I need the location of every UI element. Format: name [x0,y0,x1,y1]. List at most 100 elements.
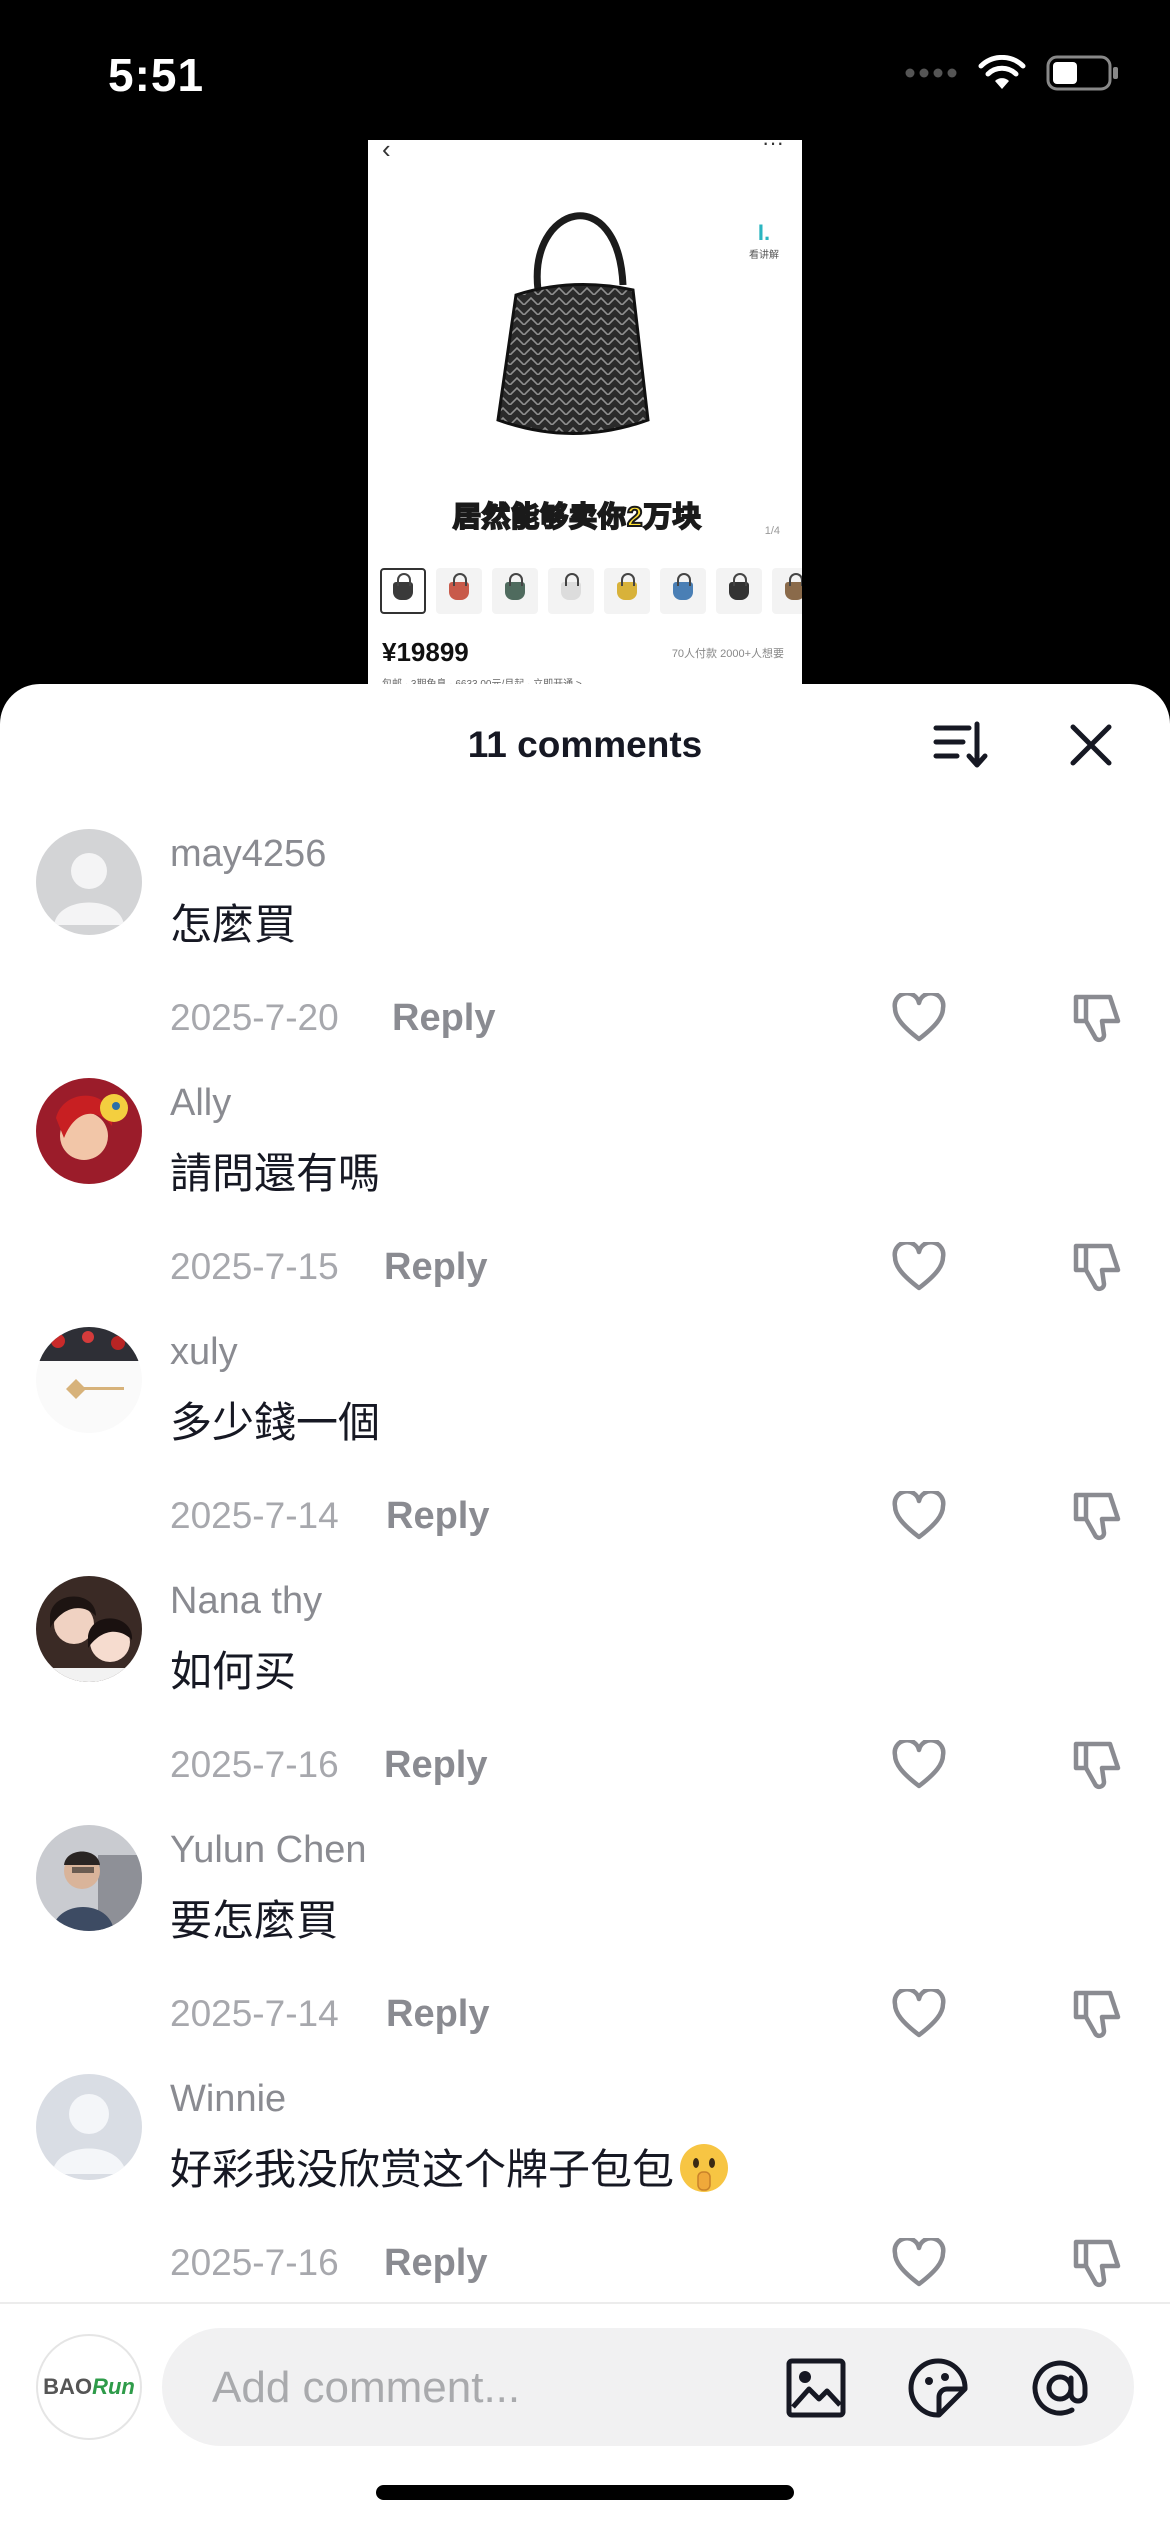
comment-text-content: 好彩我没欣赏这个牌子包包 [170,2145,675,2194]
video-topbar: ‹ ··· [368,140,802,164]
commenter-avatar[interactable] [36,1078,142,1184]
color-thumbnail[interactable] [380,568,426,614]
heart-icon [892,1239,946,1297]
reply-button[interactable]: Reply [392,997,495,1040]
comment-item[interactable]: Nana thy 如何买 2025-7-16 Reply [0,1576,1170,1825]
like-button[interactable] [888,1985,950,2047]
back-icon: ‹ [382,140,391,164]
home-indicator[interactable] [376,2485,794,2500]
comment-item[interactable]: Winnie 好彩我没欣赏这个牌子包包 2025-7-16 Reply [0,2074,1170,2323]
commenter-avatar[interactable] [36,2074,142,2180]
thumbnail-bag-icon [617,573,637,600]
page-indicator: 1/4 [764,525,780,537]
comment-username[interactable]: Ally [170,1082,231,1125]
commenter-avatar[interactable] [36,1327,142,1433]
thumbnail-bag-icon [449,573,469,600]
heart-icon [892,1737,946,1795]
dislike-button[interactable] [1066,1736,1128,1798]
sticker-icon[interactable] [906,2356,970,2420]
comment-text-content: 如何买 [170,1647,297,1696]
comment-date: 2025-7-16 [170,1744,339,1785]
color-thumbnail[interactable] [548,568,594,614]
signal-icon [904,66,958,85]
close-button[interactable] [1058,714,1124,780]
shushing-face-emoji-icon [678,2142,730,2204]
thumbnail-bag-icon [393,573,413,600]
like-button[interactable] [888,1487,950,1549]
image-icon[interactable] [784,2356,848,2420]
brand-part-b: Run [92,2374,135,2399]
thumbs-down-icon [1070,1738,1124,1797]
reply-button[interactable]: Reply [386,1993,489,2036]
sort-button[interactable] [928,714,994,780]
comment-text: 怎麼買 [170,891,296,952]
sort-icon [933,720,989,775]
color-thumbnail[interactable] [772,568,802,614]
my-avatar[interactable]: BAORun [36,2334,142,2440]
comments-title: 11 comments [467,724,703,765]
comments-sheet: 11 comments may4256 怎麼買 2025-7-20 Reply Ally… [0,684,1170,2532]
side-label: 看讲解 [749,250,779,261]
dislike-button[interactable] [1066,1985,1128,2047]
video-caption: 居然能够卖你2万块 [452,500,702,533]
comment-item[interactable]: Ally 請問還有嗎 2025-7-15 Reply [0,1078,1170,1327]
reply-button[interactable]: Reply [386,1495,489,1538]
dislike-button[interactable] [1066,1238,1128,1300]
comment-item[interactable]: may4256 怎麼買 2025-7-20 Reply [0,829,1170,1078]
comment-text: 要怎麼買 [170,1887,338,1948]
color-thumbnail[interactable] [716,568,762,614]
more-icon: ··· [762,140,784,155]
dislike-button[interactable] [1066,2234,1128,2296]
comment-date: 2025-7-14 [170,1993,339,2034]
video-side-badge: I. 看讲解 [744,220,784,261]
comment-item[interactable]: Yulun Chen 要怎麼買 2025-7-14 Reply [0,1825,1170,2074]
color-thumbnail[interactable] [436,568,482,614]
comment-text-content: 要怎麼買 [170,1896,339,1945]
thumbnail-bag-icon [561,573,581,600]
dislike-button[interactable] [1066,1487,1128,1549]
like-button[interactable] [888,1736,950,1798]
brand-part-a: BAO [43,2374,93,2399]
like-button[interactable] [888,1238,950,1300]
reply-button[interactable]: Reply [384,1744,487,1787]
comment-date: 2025-7-20 [170,997,339,1038]
commenter-avatar[interactable] [36,1576,142,1682]
video-frame[interactable]: ‹ ··· I. 看讲解 居然能够卖你2万块 1/4 ¥19899 70人付款 … [368,140,802,685]
like-button[interactable] [888,2234,950,2296]
comment-text: 如何买 [170,1638,296,1699]
comment-text-content: 請問還有嗎 [170,1149,381,1198]
mention-icon[interactable] [1028,2356,1092,2420]
comment-username[interactable]: Nana thy [170,1580,322,1623]
status-time: 5:51 [108,49,205,101]
commenter-avatar[interactable] [36,829,142,935]
color-thumbnail[interactable] [660,568,706,614]
heart-icon [892,1986,946,2044]
chart-icon: I. [757,220,771,245]
comment-date: 2025-7-14 [170,1495,339,1536]
comment-username[interactable]: Yulun Chen [170,1829,367,1872]
comment-item[interactable]: xuly 多少錢一個 2025-7-14 Reply [0,1327,1170,1576]
comment-username[interactable]: Winnie [170,2078,286,2121]
product-price: ¥19899 [382,637,469,667]
comment-username[interactable]: xuly [170,1331,238,1374]
thumbs-down-icon [1070,1240,1124,1299]
heart-icon [892,1488,946,1546]
comment-text: 多少錢一個 [170,1389,380,1450]
thumbnail-bag-icon [673,573,693,600]
comment-date: 2025-7-16 [170,2242,339,2283]
thumbnail-bag-icon [505,573,525,600]
comment-username[interactable]: may4256 [170,833,326,876]
thumbnail-bag-icon [785,573,802,600]
dislike-button[interactable] [1066,989,1128,1051]
battery-icon [1046,55,1120,96]
commenter-avatar[interactable] [36,1825,142,1931]
reply-button[interactable]: Reply [384,2242,487,2285]
heart-icon [892,990,946,1048]
comment-input[interactable]: Add comment... [162,2328,1134,2446]
color-thumbnail[interactable] [604,568,650,614]
thumbs-down-icon [1070,2236,1124,2295]
like-button[interactable] [888,989,950,1051]
heart-icon [892,2235,946,2293]
reply-button[interactable]: Reply [384,1246,487,1289]
color-thumbnail[interactable] [492,568,538,614]
